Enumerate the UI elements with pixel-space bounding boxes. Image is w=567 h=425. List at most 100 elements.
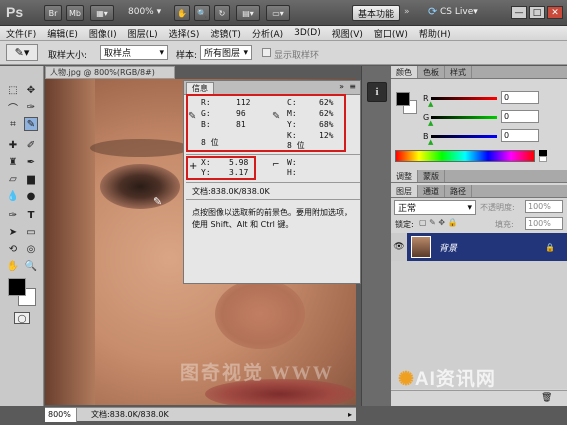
zoom-level-dropdown[interactable]: 800% ▾ [128, 7, 161, 17]
r-slider-handle-icon[interactable]: ▲ [428, 100, 433, 108]
tab-layers[interactable]: 图层 [391, 185, 418, 197]
healing-tool-icon[interactable]: ✚ [6, 138, 20, 152]
zoom-tool-button[interactable]: 🔍 [194, 5, 210, 21]
marquee-tool-icon[interactable]: ⬚ [6, 83, 20, 97]
collapse-icon[interactable]: » [339, 82, 344, 91]
sample-select[interactable]: 所有图层 [200, 45, 252, 60]
panel-menu-icon[interactable]: ≡ [349, 82, 356, 91]
eraser-tool-icon[interactable]: ▱ [6, 172, 20, 186]
tab-styles[interactable]: 样式 [445, 66, 472, 78]
show-ring-checkbox[interactable] [262, 48, 271, 57]
opacity-input[interactable]: 100% [525, 200, 563, 213]
bridge-button[interactable]: Br [44, 5, 62, 21]
zoom-tool-icon[interactable]: 🔍 [24, 259, 38, 273]
info-r-label: R: [201, 98, 211, 107]
menu-edit[interactable]: 编辑(E) [47, 27, 78, 40]
menu-view[interactable]: 视图(V) [332, 27, 363, 40]
screen-mode-button[interactable]: ▭ ▾ [266, 5, 290, 21]
eye-visibility-icon[interactable]: 👁 [391, 233, 407, 261]
info-b-label: B: [201, 120, 211, 129]
g-slider-handle-icon[interactable]: ▲ [428, 119, 433, 127]
3d-rotate-tool-icon[interactable]: ⟲ [6, 242, 20, 256]
hand-tool-button[interactable]: ✋ [174, 5, 190, 21]
magnifier-icon: 🔍 [197, 8, 207, 18]
type-tool-icon[interactable]: T [24, 208, 38, 222]
info-k-label: K: [287, 131, 297, 140]
zoom-field[interactable]: 800% [45, 407, 77, 422]
sample-size-select[interactable]: 取样点 [100, 45, 168, 60]
tab-swatches[interactable]: 色板 [418, 66, 445, 78]
document-tab[interactable]: 人物.jpg @ 800%(RGB/8#) [45, 66, 175, 79]
status-arrow-icon[interactable]: ▸ [348, 410, 352, 419]
gradient-tool-icon[interactable]: ▆ [24, 172, 38, 186]
crop-tool-icon[interactable]: ⌗ [6, 117, 20, 131]
show-ring-label: 显示取样环 [274, 51, 320, 61]
eyedropper-tool-icon[interactable]: ✎ [24, 117, 38, 131]
mini-bridge-button[interactable]: Mb [66, 5, 84, 21]
menu-filter[interactable]: 滤镜(T) [210, 27, 241, 40]
tab-color[interactable]: 颜色 [391, 66, 418, 78]
layer-row-background[interactable]: 👁 背景 🔒 [391, 233, 567, 261]
stamp-tool-icon[interactable]: ♜ [6, 155, 20, 169]
menu-image[interactable]: 图像(I) [89, 27, 117, 40]
arrange-documents-button[interactable]: ▤ ▾ [236, 5, 260, 21]
lock-icons[interactable]: ▢ ✎ ✥ 🔒 [419, 218, 458, 227]
menu-file[interactable]: 文件(F) [6, 27, 36, 40]
maximize-button[interactable]: □ [529, 6, 545, 19]
channel-g-input[interactable]: 0 [501, 110, 539, 123]
channel-b-slider[interactable] [431, 135, 497, 138]
channel-r-slider[interactable] [431, 97, 497, 100]
ramp-white-swatch[interactable] [539, 156, 547, 162]
tab-adjustments[interactable]: 调整 [391, 170, 418, 182]
watermark-left: 图奇视觉 WWW [180, 363, 334, 384]
minimize-button[interactable]: — [511, 6, 527, 19]
cs-live-button[interactable]: CS Live▾ [440, 7, 478, 17]
dodge-tool-icon[interactable]: ● [24, 189, 38, 203]
trash-icon[interactable]: 🗑 [541, 393, 552, 403]
panel-icon-strip: i [361, 66, 391, 406]
tool-preset-picker[interactable]: ✎ ▾ [6, 44, 38, 61]
rotate-view-button[interactable]: ↻ [214, 5, 230, 21]
quick-select-tool-icon[interactable]: ✑ [24, 100, 38, 114]
menu-help[interactable]: 帮助(H) [419, 27, 451, 40]
hand-tool-icon[interactable]: ✋ [6, 259, 20, 273]
info-divider-3 [186, 199, 360, 200]
close-button[interactable]: ✕ [547, 6, 563, 19]
shape-tool-icon[interactable]: ▭ [24, 225, 38, 239]
pen-tool-icon[interactable]: ✑ [6, 208, 20, 222]
channel-b-input[interactable]: 0 [501, 129, 539, 142]
path-select-tool-icon[interactable]: ➤ [6, 225, 20, 239]
color-spectrum-ramp[interactable] [395, 150, 535, 162]
view-extras-button[interactable]: ▦ ▾ [90, 5, 114, 21]
tab-masks[interactable]: 蒙版 [418, 170, 445, 182]
blend-mode-select[interactable]: 正常 [394, 200, 476, 215]
brush-tool-icon[interactable]: ✐ [24, 138, 38, 152]
3d-orbit-tool-icon[interactable]: ◎ [24, 242, 38, 256]
blur-tool-icon[interactable]: 💧 [6, 189, 20, 203]
lasso-tool-icon[interactable]: ⌒ [6, 100, 20, 115]
info-panel-icon[interactable]: i [367, 82, 387, 102]
tab-paths[interactable]: 路径 [445, 185, 472, 197]
channel-r-input[interactable]: 0 [501, 91, 539, 104]
menu-3d[interactable]: 3D(D) [294, 28, 321, 38]
nose-region [215, 279, 305, 349]
info-hint: 点按图像以选取新的前景色。要用附加选项，使用 Shift、Alt 和 Ctrl … [192, 208, 352, 229]
tab-channels[interactable]: 通道 [418, 185, 445, 197]
workspace-arrow-icon[interactable]: » [404, 7, 410, 17]
menu-layer[interactable]: 图层(L) [128, 27, 158, 40]
info-tab[interactable]: 信息 [186, 82, 214, 94]
color-fg-swatch-top[interactable] [396, 92, 410, 106]
quick-mask-icon[interactable]: ◯ [14, 312, 30, 324]
menu-select[interactable]: 选择(S) [169, 27, 200, 40]
menu-window[interactable]: 窗口(W) [374, 27, 408, 40]
menu-analysis[interactable]: 分析(A) [252, 27, 283, 40]
info-c-label: C: [287, 98, 297, 107]
fill-input[interactable]: 100% [525, 217, 563, 230]
b-slider-handle-icon[interactable]: ▲ [428, 138, 433, 146]
history-brush-tool-icon[interactable]: ✒ [24, 155, 38, 169]
foreground-color-swatch-top[interactable] [8, 278, 26, 296]
move-tool-icon[interactable]: ✥ [24, 83, 38, 97]
workspace-button[interactable]: 基本功能 [352, 5, 400, 21]
eye-region [100, 164, 180, 209]
channel-g-slider[interactable] [431, 116, 497, 119]
